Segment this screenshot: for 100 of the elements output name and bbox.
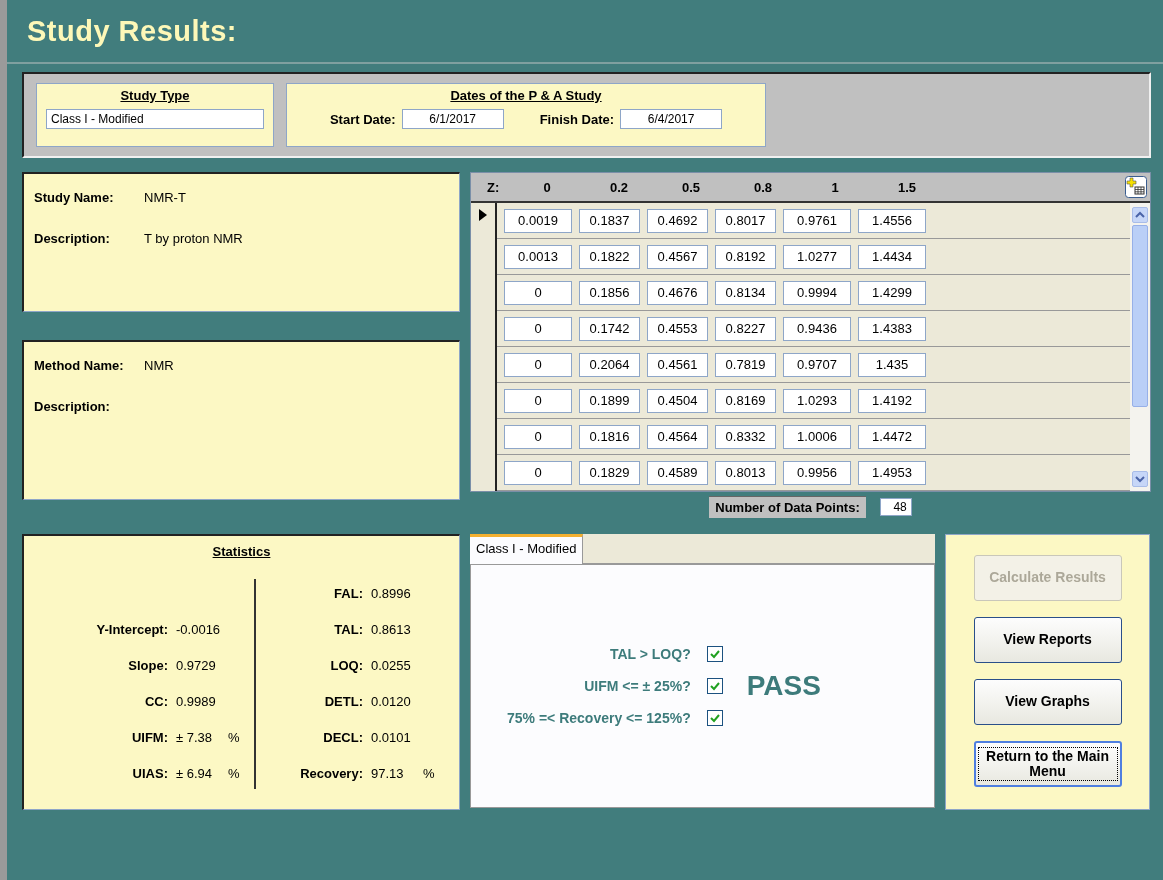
data-cell[interactable]: 0.1816 (579, 424, 640, 449)
action-button[interactable]: Return to the Main Menu (973, 741, 1122, 787)
finish-date-field[interactable]: 6/4/2017 (620, 109, 723, 129)
scroll-up-icon[interactable] (1132, 207, 1148, 223)
data-cell[interactable]: 1.435 (858, 352, 926, 377)
data-cell[interactable]: 0 (504, 280, 572, 305)
data-cell[interactable]: 0.8013 (715, 460, 776, 485)
checkbox[interactable] (706, 678, 723, 694)
stat-label: TAL: (333, 621, 363, 637)
data-cell[interactable]: 0.4676 (647, 280, 708, 305)
data-cell[interactable]: 0.9707 (783, 352, 851, 377)
data-cell[interactable]: 0.8332 (715, 424, 776, 449)
stat-value: 0.8613 (371, 621, 412, 637)
study-type-field[interactable]: Class I - Modified (46, 109, 264, 129)
data-cell[interactable]: 0.1899 (579, 388, 640, 413)
data-cell[interactable]: 0 (504, 460, 572, 485)
tab[interactable]: Class I - Modified (470, 534, 584, 564)
row-selector[interactable] (471, 454, 497, 491)
checkbox[interactable] (706, 646, 723, 662)
data-points-field: 48 (879, 498, 912, 516)
data-cell[interactable]: 0.1742 (579, 316, 640, 341)
row-selector[interactable] (471, 202, 497, 239)
data-cell[interactable]: 0.9956 (783, 460, 851, 485)
stat-value: 0.8996 (371, 585, 412, 601)
method-name-label: Method Name: (34, 358, 125, 373)
stat-value: 0.0101 (371, 729, 412, 745)
data-cell[interactable]: 0 (504, 424, 572, 449)
action-button[interactable]: View Graphs (973, 679, 1122, 725)
data-cell[interactable]: 0.8169 (715, 388, 776, 413)
window-title: Study Results: (27, 14, 238, 48)
column-header: 1 (830, 179, 840, 195)
scroll-thumb[interactable] (1132, 225, 1148, 407)
criterion-label: TAL > LOQ? (609, 646, 691, 662)
data-cell[interactable]: 0 (504, 316, 572, 341)
finish-date-label: Finish Date: (539, 111, 615, 127)
stat-value: ± 6.94 (176, 765, 214, 781)
stat-label: UIAS: (131, 765, 168, 781)
criterion-label: UIFM <= ± 25%? (584, 678, 691, 694)
percent-unit: % (423, 765, 435, 781)
data-cell[interactable]: 0.8227 (715, 316, 776, 341)
data-cell[interactable]: 0.2064 (579, 352, 640, 377)
column-header: 1.5 (896, 179, 918, 195)
data-cell[interactable]: 0.1837 (579, 208, 640, 233)
data-cell[interactable]: 1.4953 (858, 460, 926, 485)
stat-value: 0.0120 (371, 693, 412, 709)
stat-value: -0.0016 (176, 621, 222, 637)
stat-label: UIFM: (130, 729, 168, 745)
data-cell[interactable]: 0.8192 (715, 244, 776, 269)
data-points-label: Number of Data Points: (709, 496, 866, 518)
data-cell[interactable]: 0.1822 (579, 244, 640, 269)
data-cell[interactable]: 1.4434 (858, 244, 926, 269)
data-cell[interactable]: 1.4556 (858, 208, 926, 233)
study-type-heading: Study Type (120, 88, 190, 103)
stat-value: 0.9989 (176, 693, 217, 709)
checkbox[interactable] (706, 710, 723, 726)
data-cell[interactable]: 0.0019 (504, 208, 572, 233)
data-cell[interactable]: 0.0013 (504, 244, 572, 269)
data-cell[interactable]: 0.7819 (715, 352, 776, 377)
data-cell[interactable]: 0.1829 (579, 460, 640, 485)
data-cell[interactable]: 0.9436 (783, 316, 851, 341)
data-cell[interactable]: 1.4472 (858, 424, 926, 449)
data-cell[interactable]: 0.4564 (647, 424, 708, 449)
data-cell[interactable]: 1.4192 (858, 388, 926, 413)
data-cell[interactable]: 0.9994 (783, 280, 851, 305)
data-cell[interactable]: 0.4504 (647, 388, 708, 413)
add-table-icon[interactable] (1125, 176, 1147, 198)
data-cell[interactable]: 1.4383 (858, 316, 926, 341)
action-button[interactable]: View Reports (973, 617, 1122, 663)
data-cell[interactable]: 0.4553 (647, 316, 708, 341)
data-cell[interactable]: 0 (504, 352, 572, 377)
column-header: 0.2 (608, 179, 630, 195)
data-cell[interactable]: 0.4561 (647, 352, 708, 377)
data-cell[interactable]: 1.0277 (783, 244, 851, 269)
vertical-scrollbar[interactable] (1130, 203, 1150, 491)
stat-label: DECL: (322, 729, 363, 745)
data-cell[interactable]: 0.4589 (647, 460, 708, 485)
data-cell[interactable]: 0.8017 (715, 208, 776, 233)
data-cell[interactable]: 0.4567 (647, 244, 708, 269)
stat-label: LOQ: (329, 657, 363, 673)
current-row-icon (479, 208, 487, 221)
description-label: Description: (34, 231, 111, 246)
start-date-field[interactable]: 6/1/2017 (401, 109, 504, 129)
column-header: 0.5 (680, 179, 702, 195)
percent-unit: % (228, 765, 240, 781)
method-name: NMR (144, 358, 174, 373)
stat-label: FAL: (333, 585, 363, 601)
data-cell[interactable]: 1.4299 (858, 280, 926, 305)
scroll-down-icon[interactable] (1132, 471, 1148, 487)
data-cell[interactable]: 0 (504, 388, 572, 413)
data-cell[interactable]: 0.9761 (783, 208, 851, 233)
data-cell[interactable]: 1.0293 (783, 388, 851, 413)
stat-label: Y-Intercept: (95, 621, 168, 637)
data-cell[interactable]: 1.0006 (783, 424, 851, 449)
data-cell[interactable]: 0.4692 (647, 208, 708, 233)
data-cell[interactable]: 0.8134 (715, 280, 776, 305)
data-cell[interactable]: 0.1856 (579, 280, 640, 305)
z-label: Z: (487, 179, 501, 195)
study-name: NMR-T (144, 190, 186, 205)
stat-label: DETL: (323, 693, 363, 709)
dates-heading: Dates of the P & A Study (450, 88, 602, 103)
